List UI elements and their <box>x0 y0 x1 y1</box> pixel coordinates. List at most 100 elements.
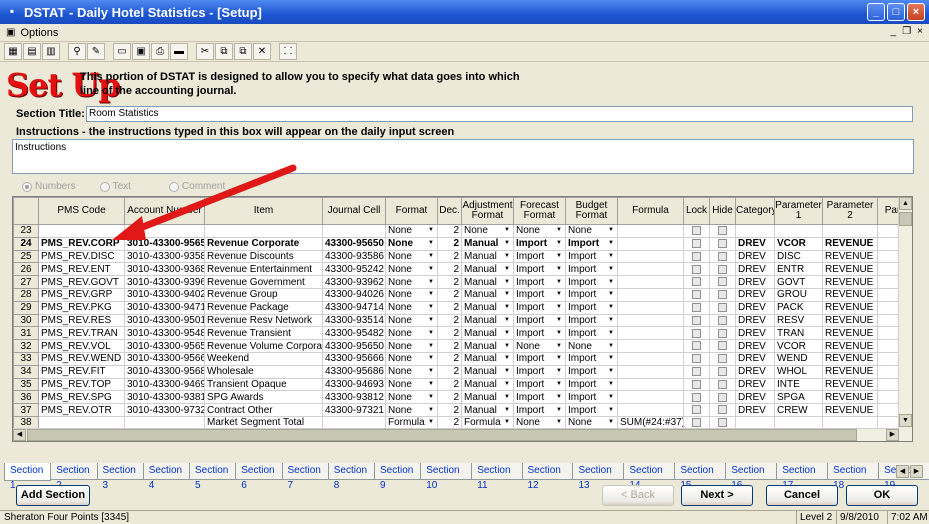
adjustment-format-dropdown[interactable]: Manual ▼ <box>461 351 514 366</box>
parameter1-cell[interactable]: TRAN <box>774 326 823 341</box>
pms-code-cell[interactable]: PMS_REV.GOVT <box>38 275 125 289</box>
dropdown-arrow-icon[interactable]: ▼ <box>428 417 434 428</box>
dropdown-arrow-icon[interactable]: ▼ <box>556 379 562 390</box>
decimals-cell[interactable]: 2 <box>437 262 462 277</box>
table-row[interactable]: 29 PMS_REV.PKG 3010-43300-94714 Revenue Pac… <box>13 300 908 315</box>
adjustment-format-dropdown[interactable]: Manual ▼ <box>461 236 514 251</box>
item-cell[interactable]: Contract Other <box>204 403 323 417</box>
formula-cell[interactable] <box>617 249 684 264</box>
formula-cell[interactable] <box>617 377 684 392</box>
dropdown-arrow-icon[interactable]: ▼ <box>504 405 510 416</box>
budget-format-dropdown[interactable]: Import ▼ <box>565 287 618 302</box>
category-cell[interactable]: DREV <box>735 351 775 366</box>
table-row[interactable]: 30 PMS_REV.RES 3010-43300-95018 Revenue Res… <box>13 313 908 328</box>
journal-cell[interactable]: 43300-93586 <box>322 249 386 264</box>
category-cell[interactable]: DREV <box>735 300 775 315</box>
adjustment-format-dropdown[interactable]: Manual ▼ <box>461 390 514 405</box>
budget-format-dropdown[interactable]: Import ▼ <box>565 403 618 417</box>
hide-checkbox[interactable] <box>709 313 736 328</box>
radio-comment[interactable]: Comment <box>168 181 225 192</box>
adjustment-format-dropdown[interactable]: None▼ <box>461 224 514 238</box>
pms-code-cell[interactable]: PMS_REV.RES <box>38 313 125 328</box>
parameter2-cell[interactable]: REVENUE <box>822 300 878 315</box>
dropdown-arrow-icon[interactable]: ▼ <box>608 302 614 313</box>
lock-checkbox[interactable] <box>683 403 710 417</box>
vertical-scrollbar[interactable]: ▲ ▼ <box>898 197 912 441</box>
dropdown-arrow-icon[interactable]: ▼ <box>556 405 562 416</box>
journal-cell[interactable]: 43300-93514 <box>322 313 386 328</box>
dropdown-arrow-icon[interactable]: ▼ <box>608 353 614 364</box>
maximize-button[interactable]: □ <box>887 3 905 21</box>
decimals-cell[interactable]: 2 <box>437 377 462 392</box>
adjustment-format-dropdown[interactable]: Manual ▼ <box>461 275 514 289</box>
parameter2-cell[interactable]: REVENUE <box>822 364 878 379</box>
tab-scroll-right-icon[interactable]: ▶ <box>910 465 923 478</box>
column-header[interactable]: PMS Code <box>38 197 125 225</box>
lock-checkbox[interactable] <box>683 326 710 341</box>
row-number[interactable]: 33 <box>13 351 39 366</box>
item-cell[interactable]: Revenue Resv Network <box>204 313 323 328</box>
dropdown-arrow-icon[interactable]: ▼ <box>608 315 614 326</box>
section-title-input[interactable]: Room Statistics <box>86 106 913 122</box>
dropdown-arrow-icon[interactable]: ▼ <box>504 289 510 300</box>
dropdown-arrow-icon[interactable]: ▼ <box>608 289 614 300</box>
category-cell[interactable]: DREV <box>735 262 775 277</box>
parameter1-cell[interactable]: GOVT <box>774 275 823 289</box>
parameter1-cell[interactable]: DISC <box>774 249 823 264</box>
journal-cell[interactable]: 43300-95666 <box>322 351 386 366</box>
table-row[interactable]: 23 None ▼ 2 None ▼ None ▼ None ▼ <box>13 224 908 238</box>
column-header[interactable]: Dec. <box>437 197 462 225</box>
pms-code-cell[interactable]: PMS_REV.CORP <box>38 236 125 251</box>
table-row[interactable]: 28 PMS_REV.GRP 3010-43300-94026 Revenue Gro… <box>13 287 908 302</box>
decimals-cell[interactable]: 2 <box>437 351 462 366</box>
budget-format-dropdown[interactable]: None▼ <box>565 339 618 353</box>
row-number[interactable]: 34 <box>13 364 39 379</box>
formula-cell[interactable] <box>617 326 684 341</box>
lock-checkbox[interactable] <box>683 236 710 251</box>
formula-cell[interactable] <box>617 224 684 238</box>
row-number[interactable]: 30 <box>13 313 39 328</box>
lock-checkbox[interactable] <box>683 351 710 366</box>
forecast-format-dropdown[interactable]: Import ▼ <box>513 403 566 417</box>
dropdown-arrow-icon[interactable]: ▼ <box>556 353 562 364</box>
hide-checkbox[interactable] <box>709 300 736 315</box>
tab-section-5[interactable]: Section 5 <box>189 463 237 491</box>
ok-button[interactable]: OK <box>846 485 918 506</box>
hide-checkbox[interactable] <box>709 390 736 405</box>
parameter2-cell[interactable]: REVENUE <box>822 339 878 353</box>
column-header[interactable]: Journal Cell <box>322 197 386 225</box>
dropdown-arrow-icon[interactable]: ▼ <box>556 289 562 300</box>
category-cell[interactable]: DREV <box>735 249 775 264</box>
note-icon[interactable]: ▬ <box>170 43 188 60</box>
dropdown-arrow-icon[interactable]: ▼ <box>608 238 614 249</box>
table-view-icon[interactable]: ▤ <box>23 43 41 60</box>
journal-cell[interactable]: 43300-94026 <box>322 287 386 302</box>
format-dropdown[interactable]: None▼ <box>385 364 438 379</box>
budget-format-dropdown[interactable]: None▼ <box>565 224 618 238</box>
format-dropdown[interactable]: None▼ <box>385 287 438 302</box>
dropdown-arrow-icon[interactable]: ▼ <box>504 392 510 403</box>
budget-format-dropdown[interactable]: Import ▼ <box>565 275 618 289</box>
tab-section-18[interactable]: Section 18 <box>827 463 880 491</box>
account-number-cell[interactable]: 3010-43300-95650 <box>124 339 205 353</box>
decimals-cell[interactable]: 2 <box>437 313 462 328</box>
dropdown-arrow-icon[interactable]: ▼ <box>428 341 434 352</box>
parameter2-cell[interactable]: REVENUE <box>822 249 878 264</box>
column-header[interactable]: Account Number <box>124 197 205 225</box>
item-cell[interactable]: Weekend <box>204 351 323 366</box>
format-dropdown[interactable]: None▼ <box>385 403 438 417</box>
parameter2-cell[interactable]: REVENUE <box>822 390 878 405</box>
table-row[interactable]: 24 PMS_REV.CORP 3010-43300-95650 Revenue Co… <box>13 236 908 251</box>
row-number[interactable]: 29 <box>13 300 39 315</box>
parameter2-cell[interactable]: REVENUE <box>822 351 878 366</box>
category-cell[interactable]: DREV <box>735 236 775 251</box>
tab-section-2[interactable]: Section 2 <box>50 463 98 491</box>
adjustment-format-dropdown[interactable]: Manual ▼ <box>461 313 514 328</box>
item-cell[interactable]: Transient Opaque <box>204 377 323 392</box>
column-header[interactable] <box>13 197 39 225</box>
journal-cell[interactable]: 43300-97321 <box>322 403 386 417</box>
pms-code-cell[interactable]: PMS_REV.FIT <box>38 364 125 379</box>
dropdown-arrow-icon[interactable]: ▼ <box>504 353 510 364</box>
item-cell[interactable]: Revenue Group <box>204 287 323 302</box>
tree-icon[interactable]: ⸬ <box>279 43 297 60</box>
